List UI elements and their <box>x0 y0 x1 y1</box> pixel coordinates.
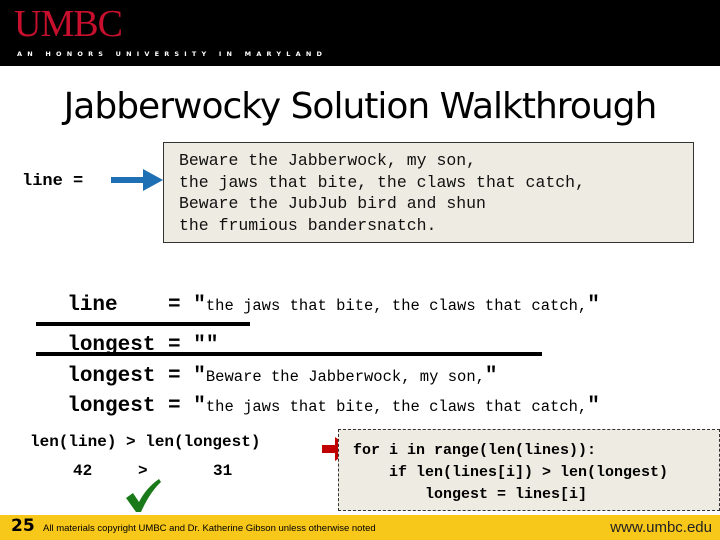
line-label: line = <box>22 172 84 191</box>
poem-box: Beware the Jabberwock, my son, the jaws … <box>163 142 694 243</box>
strikethrough-line <box>36 352 542 356</box>
slide-title: Jabberwocky Solution Walkthrough <box>63 86 658 127</box>
code-box: for i in range(len(lines)): if len(lines… <box>338 429 720 511</box>
slide-number: 25 <box>11 516 35 536</box>
copyright-notice: All materials copyright UMBC and Dr. Kat… <box>43 523 376 534</box>
umbc-logo: UMBC <box>14 3 123 45</box>
umbc-tagline: AN HONORS UNIVERSITY IN MARYLAND <box>17 50 328 58</box>
comparison-right-value: 31 <box>213 462 233 480</box>
footer-bar: 25 All materials copyright UMBC and Dr. … <box>0 515 720 540</box>
checkmark-icon <box>126 479 161 512</box>
code-line: for i in range(len(lines)): <box>353 442 597 459</box>
header-banner: UMBC AN HONORS UNIVERSITY IN MARYLAND <box>0 0 720 66</box>
assignment-value: the jaws that bite, the claws that catch… <box>205 297 588 315</box>
variable-name: longest <box>67 395 156 418</box>
poem-line: Beware the Jabberwock, my son, <box>179 151 477 170</box>
code-line: longest = lines[i] <box>353 486 588 503</box>
comparison-expression: len(line) > len(longest) <box>30 433 261 451</box>
poem-line: the jaws that bite, the claws that catch… <box>179 172 585 192</box>
poem-line: Beware the JubJub bird and shun <box>179 194 486 213</box>
equals-sign: = <box>168 395 181 418</box>
strikethrough-line <box>36 322 250 326</box>
code-line: if len(lines[i]) > len(longest) <box>353 464 669 481</box>
comparison-left-value: 42 <box>73 462 93 480</box>
blue-arrow-icon <box>111 169 163 191</box>
poem-line: the frumious bandersnatch. <box>179 215 437 235</box>
website-link[interactable]: www.umbc.edu <box>610 519 712 536</box>
assignment-longest-current: longest = "the jaws that bite, the claws… <box>67 395 600 418</box>
assignment-value: the jaws that bite, the claws that catch… <box>205 398 588 416</box>
